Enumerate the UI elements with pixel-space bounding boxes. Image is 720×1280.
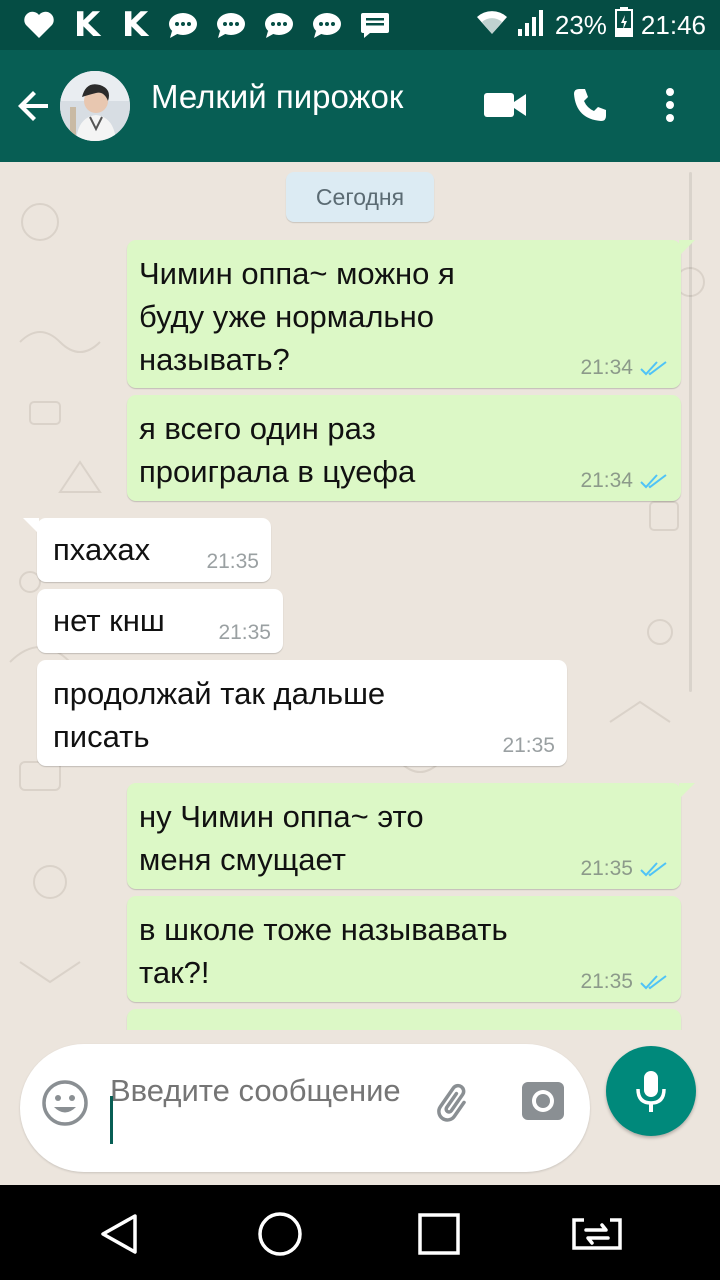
message-text: ну Чимин оппа~ это меня смущает bbox=[139, 799, 424, 877]
message-meta: 21:34 bbox=[580, 356, 669, 380]
message-text: я всего один раз проиграла в цуефа bbox=[139, 411, 416, 489]
chat-header: Мелкий пирожок bbox=[0, 50, 720, 162]
battery-icon bbox=[614, 6, 633, 44]
chat-area[interactable]: Сегодня Чимин оппа~ можно я буду уже нор… bbox=[0, 162, 720, 1030]
phone-icon[interactable] bbox=[565, 80, 615, 130]
message-bubble-incoming[interactable]: продолжай так дальше писать 21:35 bbox=[37, 660, 567, 766]
system-nav-bar bbox=[0, 1185, 720, 1280]
chat-icon bbox=[310, 8, 344, 42]
notification-icons: K K bbox=[22, 6, 392, 44]
message-bubble-incoming[interactable]: нет кнш 21:35 bbox=[37, 589, 283, 653]
message-text: пхахах bbox=[53, 532, 151, 567]
mic-button[interactable] bbox=[606, 1046, 696, 1136]
message-icon bbox=[358, 8, 392, 42]
chat-icon bbox=[262, 8, 296, 42]
heart-icon bbox=[22, 8, 56, 42]
vk-icon: K bbox=[121, 5, 149, 45]
message-meta: 21:35 bbox=[206, 550, 259, 574]
chat-icon bbox=[214, 8, 248, 42]
message-time: 21:34 bbox=[580, 356, 633, 379]
message-time: 21:35 bbox=[502, 734, 555, 757]
message-meta: 21:35 bbox=[218, 621, 271, 645]
back-triangle-icon[interactable] bbox=[92, 1207, 146, 1261]
read-double-check-icon bbox=[640, 361, 667, 376]
date-separator: Сегодня bbox=[286, 172, 434, 222]
message-meta: 21:35 bbox=[580, 970, 669, 994]
home-circle-icon[interactable] bbox=[253, 1207, 307, 1261]
contact-name[interactable]: Мелкий пирожок bbox=[151, 78, 403, 116]
paperclip-icon[interactable] bbox=[430, 1078, 480, 1128]
battery-percent: 23% bbox=[554, 9, 607, 40]
wifi-icon bbox=[475, 8, 509, 43]
clock: 21:46 bbox=[640, 9, 706, 40]
message-time: 21:35 bbox=[580, 970, 633, 993]
video-call-icon[interactable] bbox=[480, 80, 530, 130]
message-bubble-outgoing[interactable]: ну Чимин оппа~ это меня смущает 21:35 bbox=[127, 783, 695, 889]
message-meta: 21:35 bbox=[580, 857, 669, 881]
read-double-check-icon bbox=[640, 975, 667, 990]
message-meta: 21:34 bbox=[580, 469, 669, 493]
mic-icon bbox=[636, 1071, 666, 1112]
message-bubble-incoming[interactable]: пхахах 21:35 bbox=[23, 518, 271, 582]
message-bubble-outgoing[interactable]: в школе тоже называвать так?! 21:35 bbox=[127, 896, 681, 1002]
message-time: 21:35 bbox=[206, 550, 259, 573]
message-bubble-outgoing[interactable]: Чимин оппа~ можно я буду уже нормально н… bbox=[127, 240, 695, 388]
text-cursor bbox=[110, 1096, 113, 1144]
screen-mirror-icon[interactable] bbox=[570, 1207, 624, 1261]
recents-square-icon[interactable] bbox=[412, 1207, 466, 1261]
message-bubble-outgoing-partial[interactable] bbox=[127, 1009, 681, 1030]
emoji-icon[interactable] bbox=[40, 1078, 90, 1128]
more-vert-icon[interactable] bbox=[645, 80, 695, 130]
message-input[interactable] bbox=[110, 1070, 410, 1160]
composer bbox=[0, 1030, 720, 1185]
avatar[interactable] bbox=[60, 71, 130, 141]
status-bar: K K 23% 21:46 bbox=[0, 0, 720, 50]
message-bubble-outgoing[interactable]: я всего один раз проиграла в цуефа 21:34 bbox=[127, 395, 681, 501]
message-text: Чимин оппа~ можно я буду уже нормально н… bbox=[139, 256, 455, 377]
message-text: нет кнш bbox=[53, 603, 165, 638]
message-time: 21:34 bbox=[580, 469, 633, 492]
message-time: 21:35 bbox=[580, 857, 633, 880]
message-time: 21:35 bbox=[218, 621, 271, 644]
message-text: продолжай так дальше писать bbox=[53, 676, 386, 754]
system-status: 23% 21:46 bbox=[475, 6, 706, 44]
camera-icon[interactable] bbox=[518, 1076, 568, 1126]
message-meta: 21:35 bbox=[502, 734, 555, 758]
chat-icon bbox=[166, 8, 200, 42]
message-input-container bbox=[20, 1044, 590, 1172]
read-double-check-icon bbox=[640, 474, 667, 489]
read-double-check-icon bbox=[640, 862, 667, 877]
vk-icon: K bbox=[73, 5, 101, 45]
signal-icon bbox=[517, 7, 547, 44]
back-arrow-icon[interactable] bbox=[14, 86, 54, 126]
message-text: в школе тоже называвать так?! bbox=[139, 912, 508, 990]
